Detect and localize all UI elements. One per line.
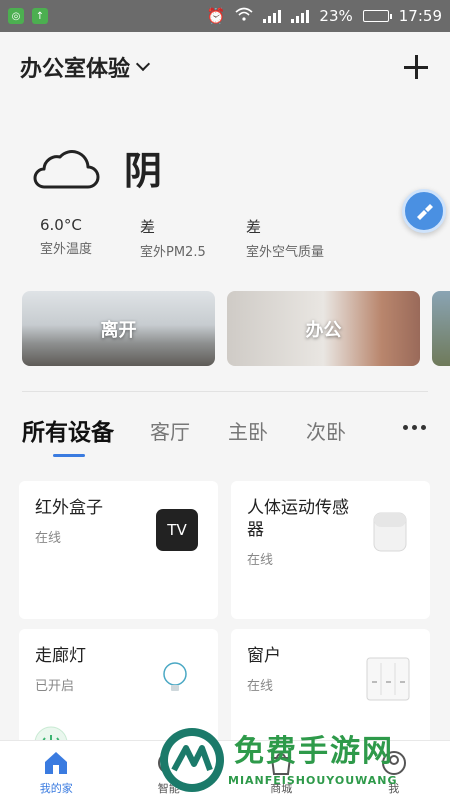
scene-card-leave[interactable]: 离开 <box>22 291 215 366</box>
nav-label: 我的家 <box>39 782 73 795</box>
tv-box-icon: TV <box>156 509 198 551</box>
tab-second-bedroom[interactable]: 次卧 <box>306 416 346 445</box>
device-card-ir-box[interactable]: 红外盒子 在线 TV <box>19 481 218 619</box>
scene-card-office[interactable]: 办公 <box>227 291 420 366</box>
stat-value: 差 <box>246 218 262 236</box>
tab-living-room[interactable]: 客厅 <box>150 416 190 445</box>
nav-label: 我 <box>388 782 400 795</box>
stat-air-quality: 差 室外空气质量 <box>246 216 346 260</box>
device-name: 人体运动传感器 <box>247 498 349 540</box>
device-card-motion-sensor[interactable]: 人体运动传感器 在线 <box>231 481 430 619</box>
upload-notification-icon: ↑ <box>32 8 48 24</box>
weather-summary: 阴 <box>30 140 162 195</box>
tab-all-devices[interactable]: 所有设备 <box>22 413 114 447</box>
nav-label: 智能 <box>157 782 180 795</box>
scene-list: 离开 办公 <box>22 291 450 366</box>
stat-label: 室外空气质量 <box>246 245 325 260</box>
home-selector[interactable]: 办公室体验 <box>20 51 151 83</box>
nav-my-home[interactable]: 我的家 <box>0 741 113 800</box>
alarm-icon: ⏰ <box>206 7 226 25</box>
bottom-navigation: 我的家 智能 商城 我 <box>0 740 450 800</box>
battery-percent: 23% <box>319 7 353 25</box>
stat-value: 6.0°C <box>40 216 82 234</box>
profile-icon <box>381 751 406 775</box>
shop-icon <box>271 753 292 775</box>
scene-label: 离开 <box>100 319 137 341</box>
clock: 17:59 <box>398 7 442 25</box>
tab-master-bedroom[interactable]: 主卧 <box>228 416 268 445</box>
status-bar: ◎ ↑ ⏰ 23% 17:59 <box>0 0 450 32</box>
weather-stats: 6.0°C 室外温度 差 室外PM2.5 差 室外空气质量 <box>40 216 346 260</box>
nav-label: 商城 <box>270 782 293 795</box>
stat-value: 差 <box>140 218 156 236</box>
nav-shop[interactable]: 商城 <box>225 741 338 800</box>
notification-app-icon: ◎ <box>8 8 24 24</box>
device-name: 窗户 <box>247 646 281 666</box>
smart-icon <box>157 752 180 774</box>
floating-assistant-button[interactable] <box>402 189 446 233</box>
cloud-icon <box>33 149 100 188</box>
home-icon <box>45 752 68 774</box>
weather-condition: 阴 <box>124 149 163 193</box>
battery-icon <box>362 10 392 22</box>
more-tabs-icon[interactable] <box>403 425 426 430</box>
stat-temperature: 6.0°C 室外温度 <box>40 216 140 260</box>
wall-switch-icon <box>366 657 410 701</box>
stat-label: 室外PM2.5 <box>140 245 206 260</box>
nav-profile[interactable]: 我 <box>338 741 450 800</box>
divider <box>22 391 428 392</box>
home-name: 办公室体验 <box>20 57 131 82</box>
scene-card-next[interactable] <box>432 291 450 366</box>
device-name: 走廊灯 <box>35 646 86 666</box>
wifi-icon <box>235 7 253 25</box>
motion-sensor-icon <box>373 512 407 552</box>
chevron-down-icon <box>135 56 151 72</box>
header: 办公室体验 <box>0 32 450 102</box>
active-tab-indicator <box>53 454 85 457</box>
stat-pm25: 差 室外PM2.5 <box>140 216 246 260</box>
bulb-icon <box>163 662 187 691</box>
stat-label: 室外温度 <box>40 242 93 257</box>
brush-icon <box>417 204 433 220</box>
device-tabs: 所有设备 客厅 主卧 次卧 <box>22 405 442 457</box>
scene-label: 办公 <box>305 319 342 341</box>
signal-icon-2 <box>291 9 310 23</box>
signal-icon <box>263 9 282 23</box>
nav-smart[interactable]: 智能 <box>113 741 226 800</box>
tv-box-label: TV <box>167 521 187 539</box>
add-button[interactable] <box>402 53 430 81</box>
device-name: 红外盒子 <box>35 498 103 518</box>
